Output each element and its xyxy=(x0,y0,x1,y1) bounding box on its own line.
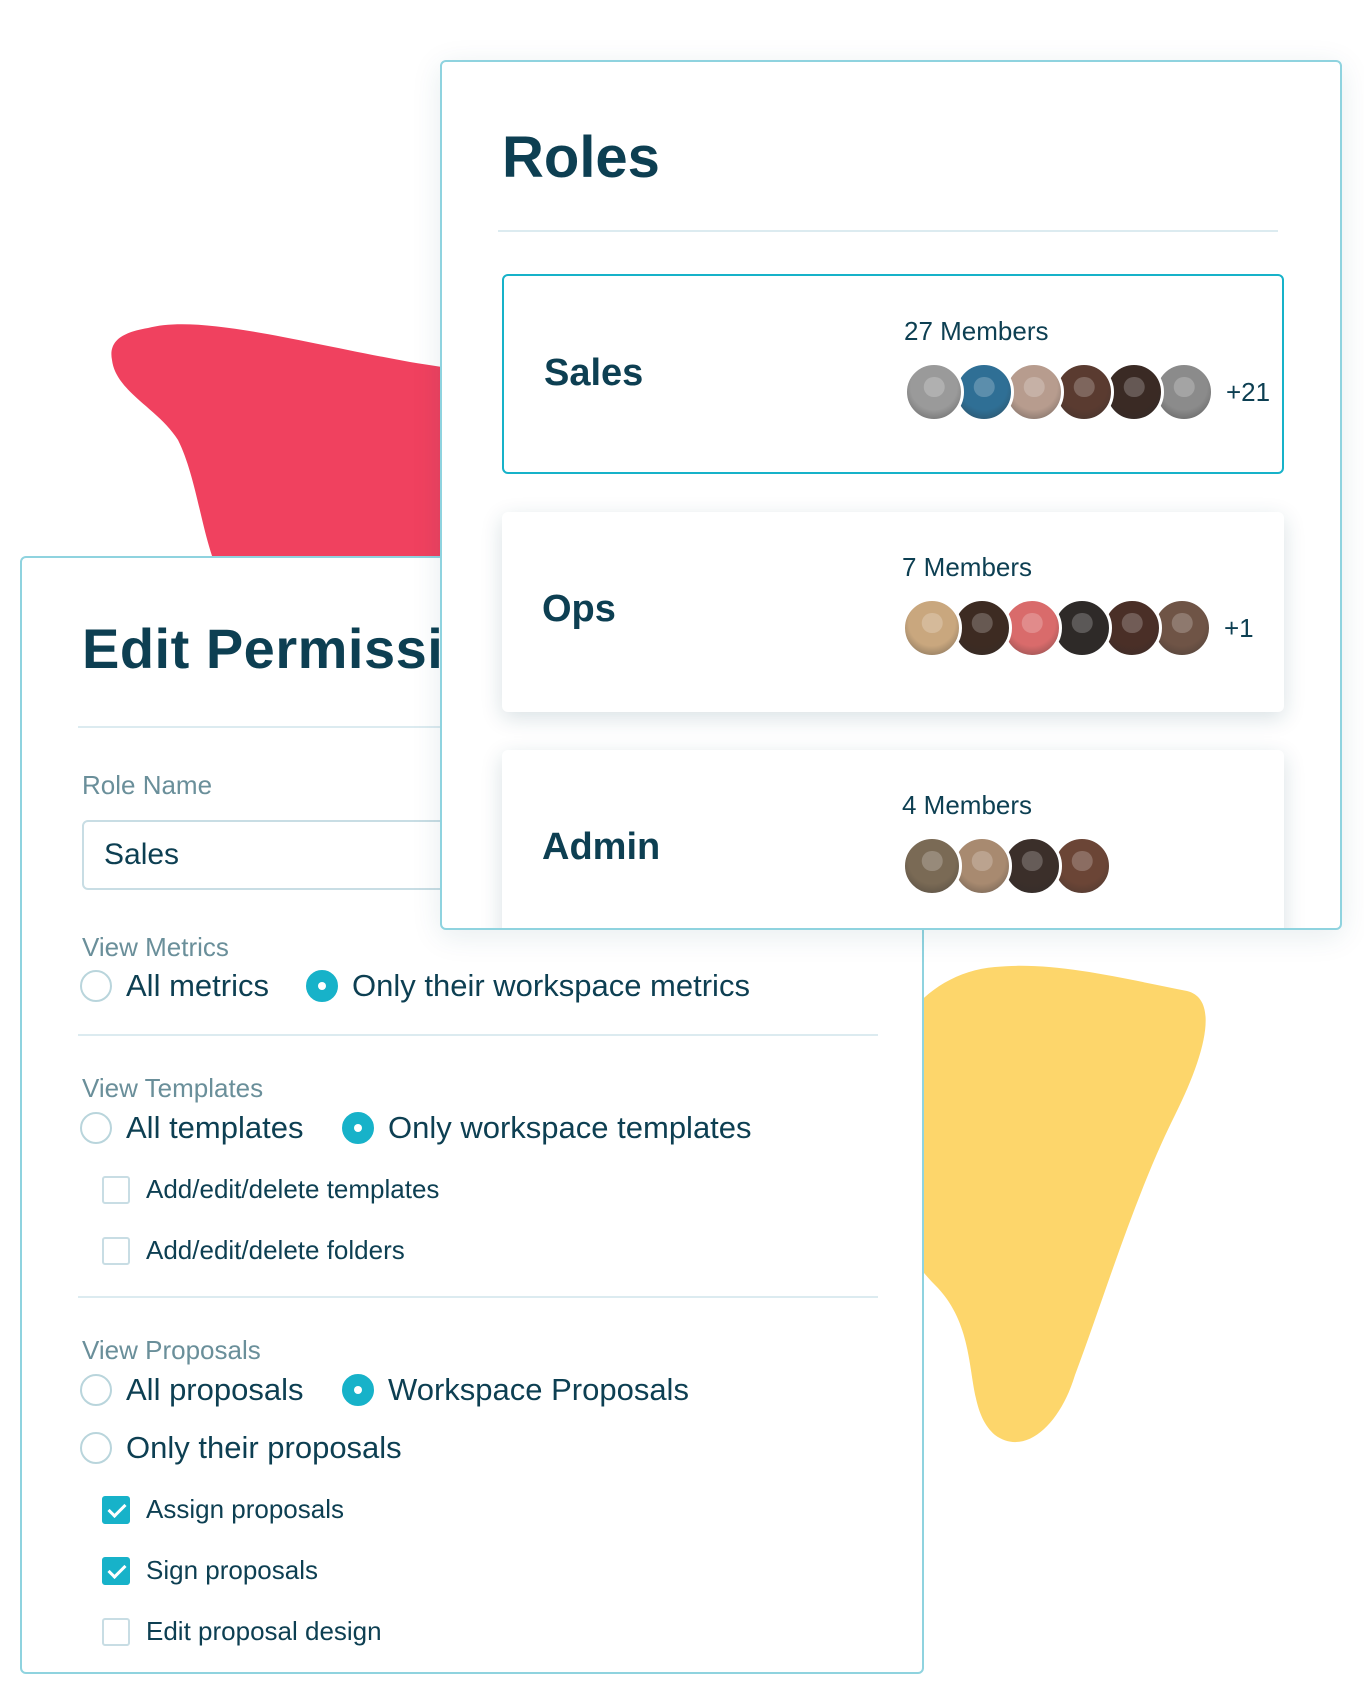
radio-circle-selected[interactable] xyxy=(306,970,338,1002)
radio-circle[interactable] xyxy=(80,970,112,1002)
metrics-divider xyxy=(78,1034,878,1036)
checkbox-box[interactable] xyxy=(102,1175,130,1204)
radio-only-workspace-templates[interactable]: Only workspace templates xyxy=(342,1110,752,1146)
view-metrics-label: View Metrics xyxy=(82,932,229,962)
more-members-count: +21 xyxy=(1226,376,1271,407)
checkbox-add-edit-delete-templates[interactable]: Add/edit/delete templates xyxy=(102,1174,439,1205)
option-label: Only their workspace metrics xyxy=(352,968,750,1003)
option-label: Workspace Proposals xyxy=(388,1372,689,1407)
role-card-ops[interactable]: Ops 7 Members +1 xyxy=(502,512,1284,712)
option-label: All templates xyxy=(126,1110,304,1145)
role-name-label: Role Name xyxy=(82,770,213,800)
roles-card: Roles Sales 27 Members +21 Ops 7 Members… xyxy=(440,60,1342,930)
radio-all-metrics[interactable]: All metrics xyxy=(80,968,269,1004)
yellow-blob-decoration xyxy=(876,965,1206,1443)
member-count: 7 Members xyxy=(902,552,1033,582)
member-avatar xyxy=(902,598,962,658)
role-name: Sales xyxy=(544,352,644,394)
option-label: All metrics xyxy=(126,968,269,1003)
member-count: 27 Members xyxy=(904,316,1049,346)
member-avatar xyxy=(902,836,962,896)
checkbox-label: Assign proposals xyxy=(146,1494,344,1524)
radio-all-proposals[interactable]: All proposals xyxy=(80,1372,303,1408)
checkbox-label: Add/edit/delete folders xyxy=(146,1235,405,1265)
checkbox-label: Edit proposal design xyxy=(146,1616,382,1646)
radio-only-their-workspace-metrics[interactable]: Only their workspace metrics xyxy=(306,968,750,1004)
checkbox-assign-proposals[interactable]: Assign proposals xyxy=(102,1494,344,1525)
option-label: Only their proposals xyxy=(126,1430,402,1465)
radio-workspace-proposals[interactable]: Workspace Proposals xyxy=(342,1372,689,1408)
role-name: Admin xyxy=(542,826,661,868)
radio-circle[interactable] xyxy=(80,1112,112,1144)
option-label: All proposals xyxy=(126,1372,304,1407)
role-name: Ops xyxy=(542,588,616,630)
role-card-sales[interactable]: Sales 27 Members +21 xyxy=(502,274,1284,474)
radio-circle[interactable] xyxy=(80,1374,112,1406)
role-card-admin[interactable]: Admin 4 Members xyxy=(502,750,1284,928)
checkbox-sign-proposals[interactable]: Sign proposals xyxy=(102,1555,318,1586)
checkbox-box-checked[interactable] xyxy=(102,1556,130,1585)
avatar-group: +1 xyxy=(902,598,1254,658)
avatar-group xyxy=(902,836,1124,896)
checkbox-box-checked[interactable] xyxy=(102,1495,130,1524)
view-templates-label: View Templates xyxy=(82,1073,264,1103)
radio-circle[interactable] xyxy=(80,1432,112,1464)
roles-divider xyxy=(498,230,1278,232)
checkbox-label: Sign proposals xyxy=(146,1555,318,1585)
avatar-group: +21 xyxy=(904,362,1270,422)
radio-only-their-proposals[interactable]: Only their proposals xyxy=(80,1430,402,1466)
checkbox-edit-proposal-design[interactable]: Edit proposal design xyxy=(102,1616,382,1647)
radio-circle-selected[interactable] xyxy=(342,1112,374,1144)
member-avatar xyxy=(904,362,964,422)
checkbox-box[interactable] xyxy=(102,1236,130,1265)
radio-circle-selected[interactable] xyxy=(342,1374,374,1406)
checkbox-box[interactable] xyxy=(102,1617,130,1646)
option-label: Only workspace templates xyxy=(388,1110,752,1145)
view-proposals-label: View Proposals xyxy=(82,1335,261,1365)
templates-divider xyxy=(78,1296,878,1298)
checkbox-add-edit-delete-folders[interactable]: Add/edit/delete folders xyxy=(102,1235,405,1266)
roles-title: Roles xyxy=(502,125,660,190)
more-members-count: +1 xyxy=(1224,612,1254,643)
radio-all-templates[interactable]: All templates xyxy=(80,1110,303,1146)
checkbox-label: Add/edit/delete templates xyxy=(146,1174,440,1204)
member-count: 4 Members xyxy=(902,790,1033,820)
